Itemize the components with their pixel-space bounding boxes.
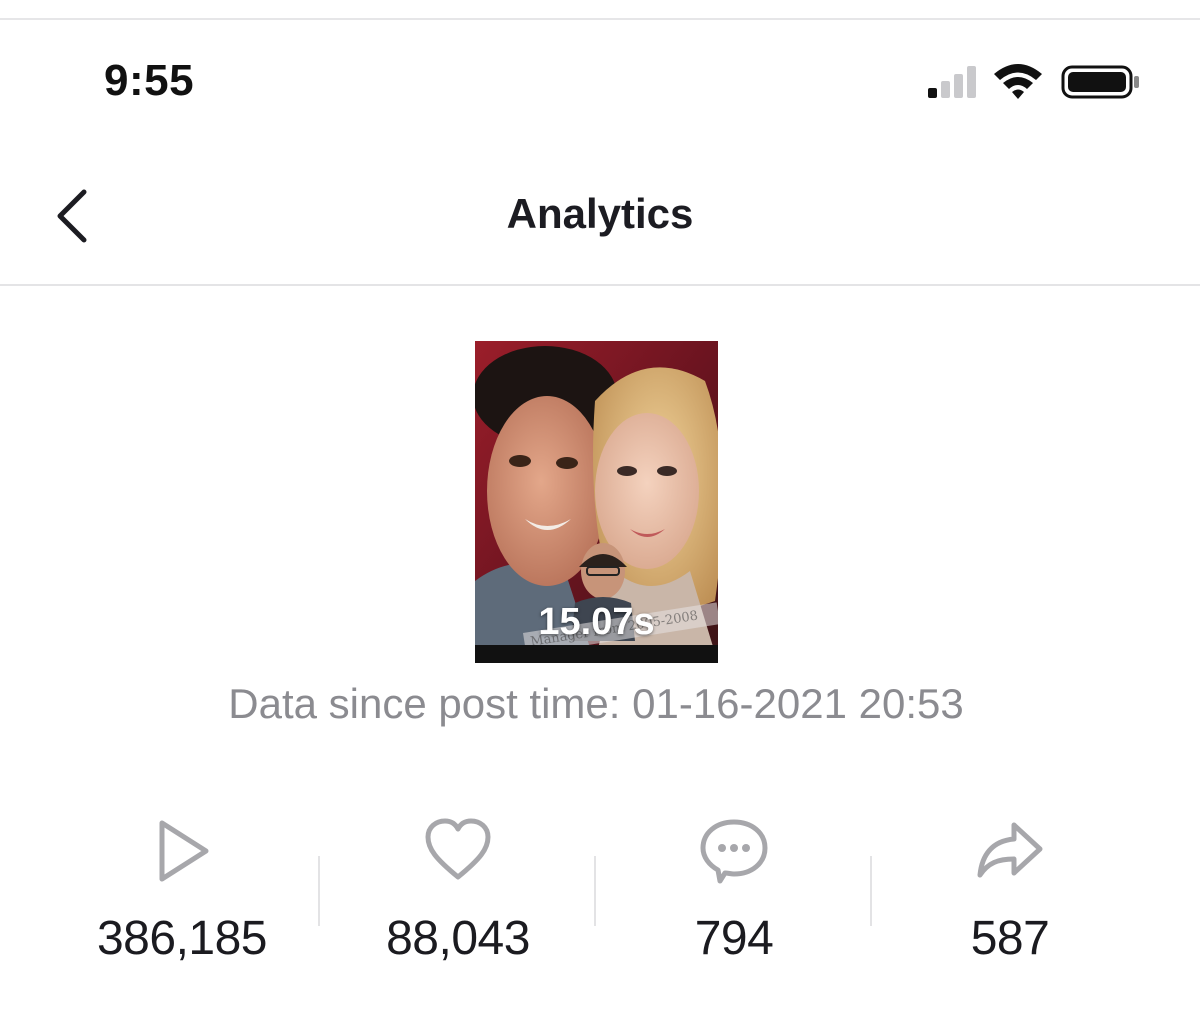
status-time: 9:55 xyxy=(104,56,195,105)
battery-icon xyxy=(1061,65,1139,99)
stat-comments-value: 794 xyxy=(694,912,774,965)
header-divider xyxy=(0,284,1200,286)
stat-shares: 587 xyxy=(872,815,1148,975)
stat-shares-value: 587 xyxy=(970,912,1050,965)
comment-icon xyxy=(700,819,768,884)
thumbnail-bottom-bar xyxy=(475,645,718,663)
play-icon xyxy=(159,820,209,882)
stat-views: 386,185 xyxy=(44,815,320,975)
signal-icon xyxy=(928,66,976,98)
page-title: Analytics xyxy=(506,190,694,237)
heart-icon xyxy=(425,818,491,880)
stat-views-value: 386,185 xyxy=(96,912,268,965)
top-divider xyxy=(0,18,1200,20)
video-thumbnail[interactable]: Manager from 2005-2008 15.07s xyxy=(475,341,718,663)
post-time-label: Data since post time: 01-16-2021 20:53 xyxy=(228,680,964,727)
video-duration: 15.07s xyxy=(538,601,655,643)
share-icon xyxy=(977,822,1043,878)
stat-likes-value: 88,043 xyxy=(386,912,530,965)
stat-likes: 88,043 xyxy=(320,815,596,975)
stat-comments: 794 xyxy=(596,815,872,975)
wifi-icon xyxy=(994,64,1042,99)
